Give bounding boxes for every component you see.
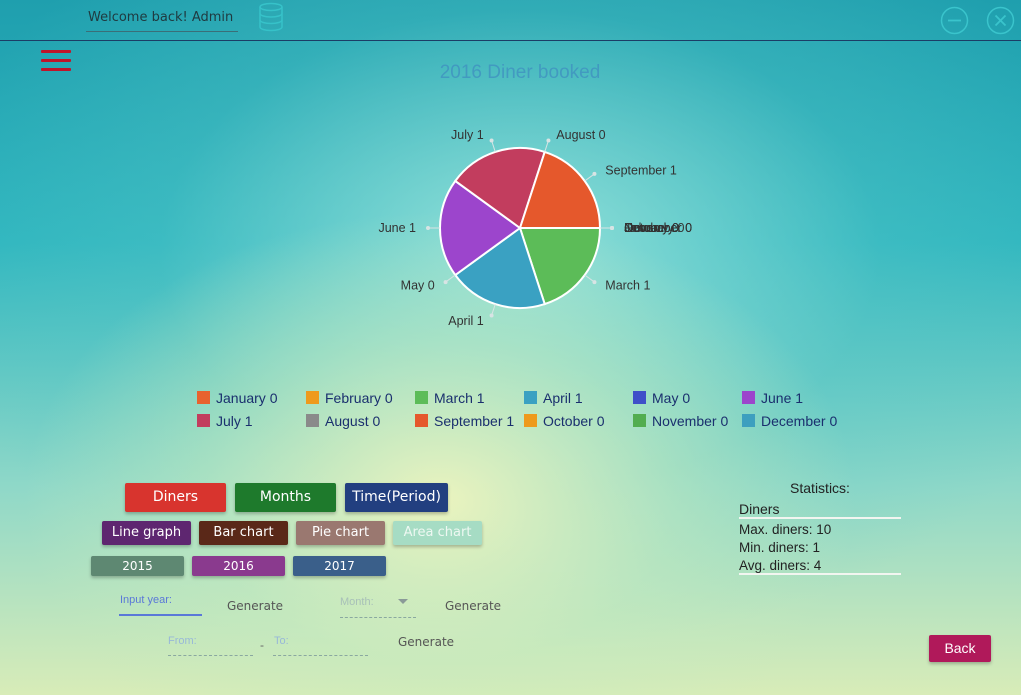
area-chart-button[interactable]: Area chart: [393, 521, 482, 545]
pie-label-december: December 0: [624, 221, 692, 235]
pie-label-dot: [426, 226, 430, 230]
pie-chart: January 0February 0March 1April 1May 0Ju…: [378, 128, 692, 328]
legend-label: June 1: [761, 389, 804, 406]
legend-item-september[interactable]: September 1: [415, 412, 524, 429]
pie-label-september: September 1: [605, 163, 677, 177]
month-select[interactable]: Month:: [340, 596, 374, 608]
welcome-text: Welcome back! Admin: [86, 8, 238, 32]
legend-swatch: [415, 414, 428, 427]
legend-swatch: [524, 391, 537, 404]
year-input-underline: [119, 614, 202, 616]
legend-swatch: [306, 414, 319, 427]
title-bar: Welcome back! Admin: [0, 0, 1021, 41]
year-2016-button[interactable]: 2016: [192, 556, 285, 576]
max-diners: Max. diners: 10: [739, 522, 832, 537]
from-underline: [168, 655, 253, 656]
from-date-input[interactable]: From:: [168, 635, 197, 647]
diners-button[interactable]: Diners: [125, 483, 226, 512]
pie-label-august: August 0: [556, 128, 605, 142]
line-graph-button[interactable]: Line graph: [102, 521, 191, 545]
back-button[interactable]: Back: [929, 635, 991, 662]
legend-label: July 1: [216, 412, 253, 429]
pie-label-dot: [592, 280, 597, 285]
legend-swatch: [306, 391, 319, 404]
pie-chart-button[interactable]: Pie chart: [296, 521, 385, 545]
legend-swatch: [524, 414, 537, 427]
bar-chart-button[interactable]: Bar chart: [199, 521, 288, 545]
legend-label: May 0: [652, 389, 691, 406]
to-date-input[interactable]: To:: [274, 635, 289, 647]
chart-legend: January 0 February 0 March 1 April 1 May 0 Ju…: [197, 389, 857, 429]
legend-label: February 0: [325, 389, 393, 406]
range-separator: -: [260, 638, 264, 652]
legend-item-july[interactable]: July 1: [197, 412, 306, 429]
min-diners: Min. diners: 1: [739, 540, 821, 555]
year-input[interactable]: Input year:: [120, 594, 172, 606]
legend-swatch: [197, 391, 210, 404]
legend-label: October 0: [543, 412, 605, 429]
legend-swatch: [415, 391, 428, 404]
pie-label-march: March 1: [605, 279, 650, 293]
legend-label: September 1: [434, 412, 515, 429]
to-underline: [273, 655, 368, 656]
legend-item-january[interactable]: January 0: [197, 389, 306, 406]
legend-item-december[interactable]: December 0: [742, 412, 851, 429]
legend-label: April 1: [543, 389, 583, 406]
close-icon[interactable]: [986, 6, 1015, 35]
month-generate-button[interactable]: Generate: [445, 599, 501, 613]
legend-item-march[interactable]: March 1: [415, 389, 524, 406]
pie-label-dot: [592, 171, 597, 176]
minimize-icon[interactable]: [940, 6, 969, 35]
legend-label: January 0: [216, 389, 278, 406]
statistics-subtitle: Diners: [739, 499, 901, 519]
legend-label: August 0: [325, 412, 381, 429]
legend-item-may[interactable]: May 0: [633, 389, 742, 406]
legend-item-april[interactable]: April 1: [524, 389, 633, 406]
chart-title: 2016 Diner booked: [439, 62, 601, 83]
year-2015-button[interactable]: 2015: [91, 556, 184, 576]
pie-label-dot: [489, 313, 494, 318]
year-2017-button[interactable]: 2017: [293, 556, 386, 576]
pie-label-april: April 1: [448, 314, 483, 328]
pie-label-may: May 0: [401, 279, 435, 293]
hamburger-menu-icon[interactable]: [41, 50, 71, 72]
legend-label: November 0: [652, 412, 729, 429]
legend-swatch: [197, 414, 210, 427]
legend-item-october[interactable]: October 0: [524, 412, 633, 429]
chevron-down-icon[interactable]: [398, 599, 408, 604]
range-generate-button[interactable]: Generate: [398, 635, 454, 649]
pie-label-july: July 1: [451, 128, 484, 142]
time-period-button[interactable]: Time(Period): [345, 483, 448, 512]
legend-item-february[interactable]: February 0: [306, 389, 415, 406]
legend-label: March 1: [434, 389, 485, 406]
pie-label-dot: [546, 138, 551, 143]
pie-label-dot: [489, 138, 494, 143]
database-icon[interactable]: [257, 2, 285, 32]
legend-item-august[interactable]: August 0: [306, 412, 415, 429]
legend-swatch: [742, 391, 755, 404]
pie-label-dot: [443, 280, 448, 285]
year-generate-button[interactable]: Generate: [227, 599, 283, 613]
legend-swatch: [633, 391, 646, 404]
statistics-title: Statistics:: [790, 480, 850, 496]
legend-item-june[interactable]: June 1: [742, 389, 851, 406]
legend-label: December 0: [761, 412, 838, 429]
pie-label-june: June 1: [378, 221, 416, 235]
statistics-panel: Statistics: Diners Max. diners: 10 Min. …: [739, 480, 901, 575]
legend-swatch: [633, 414, 646, 427]
legend-swatch: [742, 414, 755, 427]
avg-diners: Avg. diners: 4: [739, 557, 901, 575]
pie-label-dot: [610, 226, 614, 230]
months-button[interactable]: Months: [235, 483, 336, 512]
legend-item-november[interactable]: November 0: [633, 412, 742, 429]
month-select-underline: [340, 617, 416, 618]
